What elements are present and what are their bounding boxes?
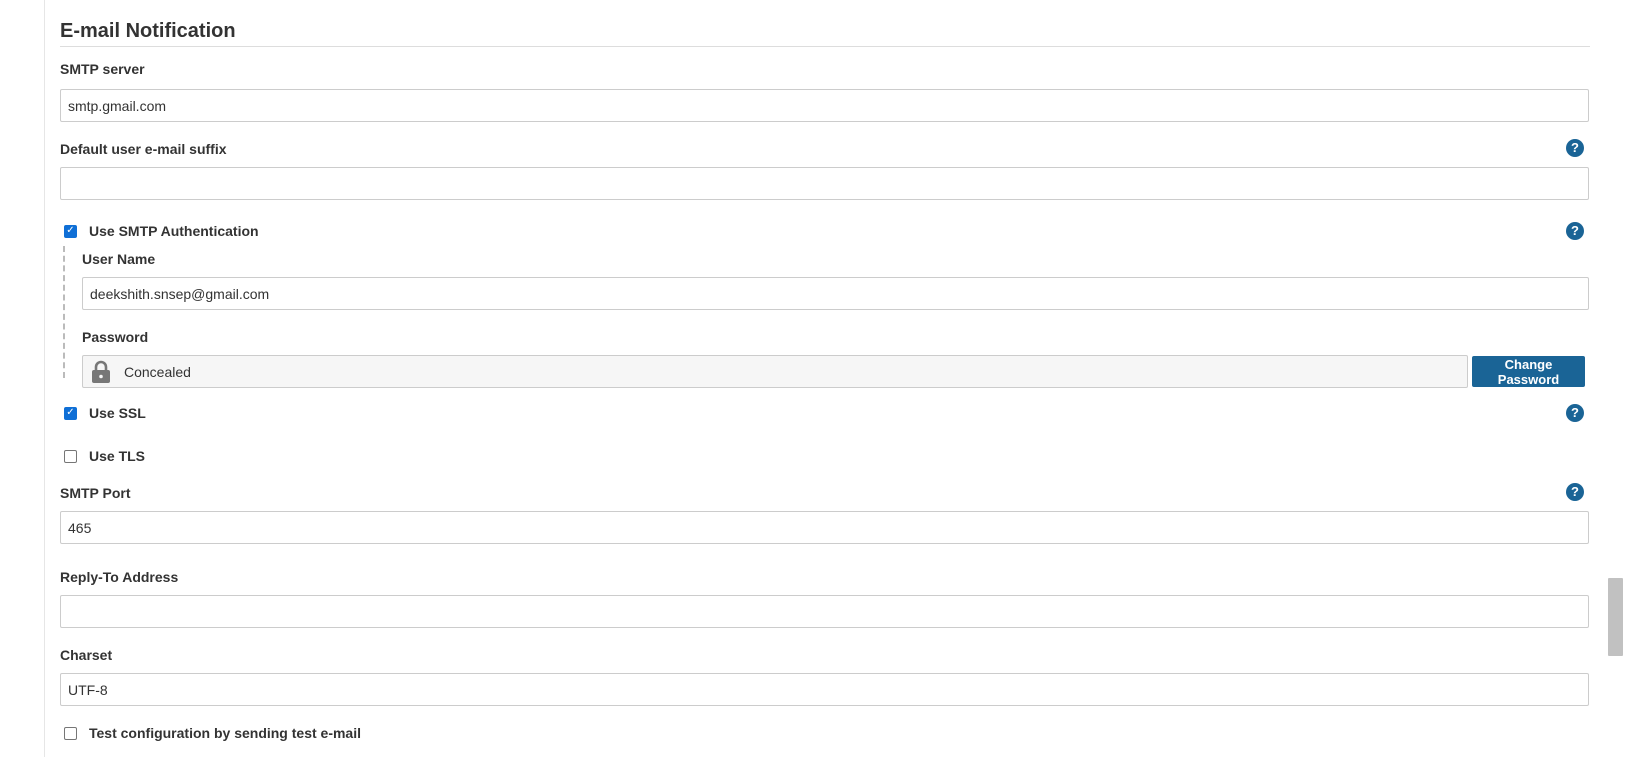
password-concealed-text: Concealed [124,363,191,380]
page: E-mail Notification SMTP server Default … [0,0,1625,757]
test-config-label: Test configuration by sending test e-mai… [89,725,361,741]
username-label: User Name [82,251,156,267]
check-icon: ✓ [66,225,75,236]
smtp-port-label: SMTP Port [60,485,131,501]
reply-to-label: Reply-To Address [60,569,179,585]
scrollbar-thumb[interactable] [1608,578,1623,656]
help-icon[interactable]: ? [1566,483,1584,501]
reply-to-input[interactable] [60,595,1589,628]
use-tls-row: Use TLS [64,448,145,464]
use-tls-checkbox[interactable] [64,449,77,463]
default-suffix-input[interactable] [60,167,1589,200]
smtp-auth-checkbox[interactable]: ✓ [64,224,77,238]
password-label: Password [82,329,149,345]
test-config-row: Test configuration by sending test e-mai… [64,725,361,741]
username-input[interactable] [82,277,1589,310]
smtp-auth-row: ✓ Use SMTP Authentication [64,223,259,239]
use-ssl-row: ✓ Use SSL [64,405,146,421]
use-ssl-label: Use SSL [89,405,146,421]
smtp-auth-label: Use SMTP Authentication [89,223,259,239]
check-icon: ✓ [66,407,75,418]
change-password-button[interactable]: Change Password [1472,356,1585,387]
password-concealed-field: Concealed [82,355,1468,388]
left-gutter [0,0,45,757]
help-icon[interactable]: ? [1566,222,1584,240]
help-icon[interactable]: ? [1566,139,1584,157]
vertical-scrollbar[interactable] [1605,0,1625,757]
use-ssl-checkbox[interactable]: ✓ [64,406,77,420]
help-icon[interactable]: ? [1566,404,1584,422]
charset-input[interactable] [60,673,1589,706]
section-divider [60,46,1590,47]
section-title: E-mail Notification [60,20,236,42]
charset-label: Charset [60,647,113,663]
lock-icon [90,360,112,384]
smtp-server-label: SMTP server [60,61,145,77]
use-tls-label: Use TLS [89,448,146,464]
smtp-port-input[interactable] [60,511,1589,544]
default-suffix-label: Default user e-mail suffix [60,141,227,157]
smtp-server-input[interactable] [60,89,1589,122]
test-config-checkbox[interactable] [64,726,77,740]
